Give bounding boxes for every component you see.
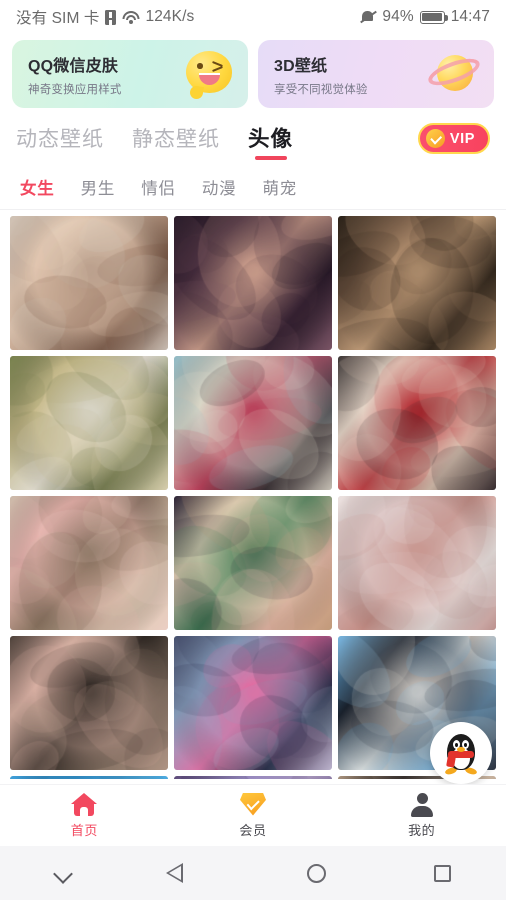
- grid-tile[interactable]: [10, 216, 168, 350]
- bottom-navigation: 首页 会员 我的: [0, 784, 506, 846]
- grid-tile[interactable]: [338, 496, 496, 630]
- collapse-chevron-icon: [54, 864, 72, 882]
- purple-bokeh-crop: [174, 776, 332, 779]
- collapse-chevron-button[interactable]: [0, 864, 127, 882]
- diamond-check-icon: [425, 129, 445, 148]
- subtab-anime[interactable]: 动漫: [202, 175, 237, 199]
- qq-penguin-icon: [443, 732, 479, 776]
- back-icon: [166, 863, 198, 883]
- android-navigation-bar: [0, 846, 506, 900]
- banner-qq-wechat-skin[interactable]: QQ微信皮肤 神奇变换应用样式: [12, 40, 248, 108]
- neon-yes-to-all: [174, 636, 332, 770]
- portrait-black-hair-red: [338, 356, 496, 490]
- planet-icon: [425, 49, 483, 99]
- grid-tile[interactable]: [338, 216, 496, 350]
- subtab-couples[interactable]: 情侣: [141, 175, 176, 199]
- tab-static-wallpaper[interactable]: 静态壁纸: [132, 123, 220, 160]
- avatar-grid: [0, 210, 506, 779]
- bell-mute-icon: [360, 9, 376, 25]
- portrait-dark-purple-hair: [174, 216, 332, 350]
- subtab-boys[interactable]: 男生: [81, 175, 116, 199]
- network-speed-label: 124K/s: [145, 8, 195, 25]
- nav-label: 我的: [408, 822, 436, 838]
- qq-logo-button[interactable]: [430, 722, 492, 784]
- vip-badge-button[interactable]: VIP: [417, 123, 490, 154]
- grid-tile[interactable]: [174, 216, 332, 350]
- subtab-pets[interactable]: 萌宠: [262, 175, 297, 199]
- nav-item-home[interactable]: 首页: [0, 792, 169, 839]
- home-circle-icon: [306, 863, 326, 883]
- wifi-icon: [122, 10, 140, 24]
- sim-alert-icon: [105, 9, 117, 25]
- grid-tile[interactable]: [10, 496, 168, 630]
- home-icon: [71, 792, 98, 816]
- anime-girl-cap: [174, 496, 332, 630]
- portrait-white-flowers: [338, 496, 496, 630]
- vip-label: VIP: [449, 130, 475, 147]
- window-reflection-pair: [10, 636, 168, 770]
- grid-tile[interactable]: [174, 636, 332, 770]
- beach-flower-bouquet: [174, 356, 332, 490]
- battery-icon: [419, 10, 448, 24]
- tab-dynamic-wallpaper[interactable]: 动态壁纸: [16, 123, 104, 160]
- promo-banners: QQ微信皮肤 神奇变换应用样式 3D壁纸 享受不同视觉体验: [0, 34, 506, 118]
- back-button[interactable]: [127, 863, 254, 883]
- nav-item-profile[interactable]: 我的: [337, 792, 506, 839]
- nav-item-member[interactable]: 会员: [169, 793, 338, 839]
- grid-tile[interactable]: [10, 356, 168, 490]
- battery-percent-label: 94%: [382, 8, 414, 25]
- diamond-icon: [240, 793, 266, 816]
- nav-label: 会员: [239, 822, 267, 838]
- blue-sky-crop: [10, 776, 168, 779]
- main-tab-bar: 动态壁纸 静态壁纸 头像 VIP: [0, 118, 506, 168]
- portrait-thumbs-up-pink: [10, 496, 168, 630]
- tab-avatar[interactable]: 头像: [248, 122, 293, 160]
- grid-tile[interactable]: [174, 776, 332, 779]
- carrier-label: 没有 SIM 卡: [16, 10, 100, 27]
- home-button[interactable]: [253, 863, 380, 883]
- status-bar-left: 没有 SIM 卡 124K/s: [16, 6, 194, 28]
- grid-tile[interactable]: [338, 356, 496, 490]
- portrait-woman-shoulder: [10, 216, 168, 350]
- grid-tile[interactable]: [10, 636, 168, 770]
- category-tab-bar: 女生 男生 情侣 动漫 萌宠: [0, 168, 506, 210]
- grid-tile[interactable]: [174, 356, 332, 490]
- recents-square-icon: [434, 864, 452, 882]
- nav-label: 首页: [70, 822, 98, 838]
- portrait-green-field: [10, 356, 168, 490]
- recents-button[interactable]: [380, 864, 506, 882]
- grid-tile[interactable]: [174, 496, 332, 630]
- clock-label: 14:47: [450, 8, 490, 25]
- person-icon: [410, 792, 434, 817]
- status-bar-right: 94% 14:47: [360, 8, 490, 26]
- winking-emoji-icon: [186, 51, 232, 93]
- subtab-girls[interactable]: 女生: [20, 175, 55, 199]
- status-bar: 没有 SIM 卡 124K/s 94% 14:47: [0, 0, 506, 34]
- banner-3d-wallpaper[interactable]: 3D壁纸 享受不同视觉体验: [258, 40, 494, 108]
- portrait-backlit-profile: [338, 216, 496, 350]
- grid-tile[interactable]: [10, 776, 168, 779]
